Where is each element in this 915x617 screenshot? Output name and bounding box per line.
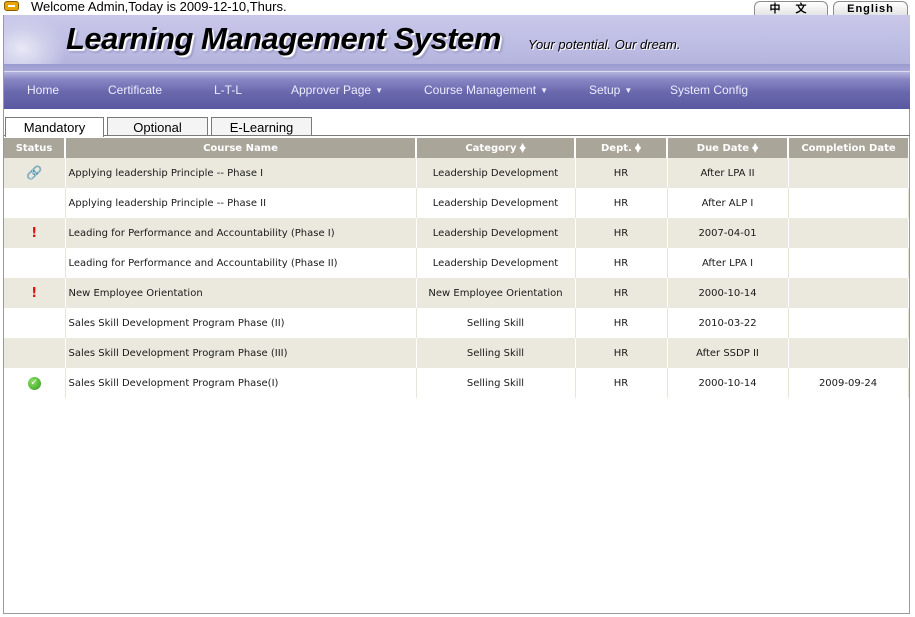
due-date-cell: After SSDP II: [667, 338, 789, 368]
completion-date-cell: [788, 308, 909, 338]
table-row[interactable]: ! New Employee Orientation New Employee …: [4, 278, 909, 308]
due-date-cell: 2007-04-01: [667, 218, 789, 248]
course-name-cell[interactable]: Sales Skill Development Program Phase (I…: [65, 338, 417, 368]
nav-certificate[interactable]: Certificate: [108, 83, 162, 97]
dept-cell: HR: [575, 308, 668, 338]
dept-cell: HR: [575, 218, 668, 248]
status-cell: ✓: [4, 368, 66, 398]
completion-date-cell: [788, 338, 909, 368]
status-cell: !: [4, 278, 66, 308]
main-nav: Home Certificate L-T-L Approver Page ▼ Co…: [4, 71, 910, 109]
chevron-down-icon: ▼: [375, 86, 383, 95]
table-header-row: Status Course Name Category ▲ ▼ Dept. ▲ ▼ Du…: [4, 138, 908, 158]
due-date-cell: After LPA I: [667, 248, 789, 278]
chevron-down-icon: ▼: [624, 86, 633, 95]
due-date-cell: 2000-10-14: [667, 278, 789, 308]
header-decoration: [4, 15, 64, 71]
course-name-cell[interactable]: Sales Skill Development Program Phase(I): [65, 368, 417, 398]
column-course-name: Course Name: [65, 138, 417, 158]
category-cell: Leadership Development: [416, 248, 576, 278]
dept-cell: HR: [575, 278, 668, 308]
column-status: Status: [4, 138, 66, 158]
status-cell: 🔗: [4, 158, 66, 188]
tagline: Your potential. Our dream.: [528, 37, 681, 52]
dept-cell: HR: [575, 158, 668, 188]
warning-icon: !: [31, 285, 38, 301]
category-cell: Selling Skill: [416, 308, 576, 338]
status-cell: !: [4, 218, 66, 248]
tab-optional[interactable]: Optional: [107, 117, 208, 136]
category-cell: Selling Skill: [416, 368, 576, 398]
table-row[interactable]: Leading for Performance and Accountabili…: [4, 248, 909, 278]
due-date-cell: 2010-03-22: [667, 308, 789, 338]
nav-setup[interactable]: Setup ▼: [589, 83, 632, 97]
header-band: [4, 64, 910, 71]
category-cell: Leadership Development: [416, 218, 576, 248]
nav-course-management[interactable]: Course Management ▼: [424, 83, 548, 97]
course-name-cell[interactable]: Leading for Performance and Accountabili…: [65, 218, 417, 248]
sort-icon[interactable]: ▲ ▼: [635, 141, 641, 153]
due-date-cell: 2000-10-14: [667, 368, 789, 398]
course-table: Status Course Name Category ▲ ▼ Dept. ▲ ▼ Du…: [4, 138, 909, 398]
completion-date-cell: 2009-09-24: [788, 368, 909, 398]
status-cell: [4, 248, 66, 278]
course-name-cell[interactable]: New Employee Orientation: [65, 278, 417, 308]
nav-home[interactable]: Home: [27, 83, 59, 97]
table-row[interactable]: Sales Skill Development Program Phase (I…: [4, 308, 909, 338]
column-due-date[interactable]: Due Date ▲ ▼: [667, 138, 789, 158]
app-title: Learning Management System: [66, 21, 501, 56]
header-banner: Learning Management System Your potentia…: [4, 15, 910, 71]
completion-date-cell: [788, 158, 909, 188]
tab-mandatory[interactable]: Mandatory: [5, 117, 104, 137]
course-name-cell[interactable]: Sales Skill Development Program Phase (I…: [65, 308, 417, 338]
dept-cell: HR: [575, 188, 668, 218]
status-cell: [4, 188, 66, 218]
column-category[interactable]: Category ▲ ▼: [416, 138, 576, 158]
due-date-cell: After LPA II: [667, 158, 789, 188]
category-cell: New Employee Orientation: [416, 278, 576, 308]
chevron-down-icon: ▼: [540, 86, 548, 95]
column-completion-date: Completion Date: [788, 138, 908, 158]
link-icon[interactable]: 🔗: [26, 166, 42, 181]
due-date-cell: After ALP I: [667, 188, 789, 218]
top-bar: Welcome Admin,Today is 2009-12-10,Thurs.…: [0, 0, 915, 15]
nav-ltl[interactable]: L-T-L: [214, 83, 242, 97]
dept-cell: HR: [575, 338, 668, 368]
status-cell: [4, 308, 66, 338]
status-cell: [4, 338, 66, 368]
check-icon: ✓: [27, 376, 41, 390]
table-row[interactable]: ✓ Sales Skill Development Program Phase(…: [4, 368, 909, 398]
column-dept[interactable]: Dept. ▲ ▼: [575, 138, 668, 158]
course-name-cell[interactable]: Applying leadership Principle -- Phase I: [65, 158, 417, 188]
completion-date-cell: [788, 188, 909, 218]
completion-date-cell: [788, 278, 909, 308]
sort-icon[interactable]: ▲ ▼: [752, 141, 758, 153]
english-language-button[interactable]: English: [833, 1, 908, 15]
dept-cell: HR: [575, 368, 668, 398]
tab-e-learning[interactable]: E-Learning: [211, 117, 312, 136]
category-cell: Selling Skill: [416, 338, 576, 368]
nav-system-config[interactable]: System Config: [670, 83, 748, 97]
course-name-cell[interactable]: Leading for Performance and Accountabili…: [65, 248, 417, 278]
nav-approver-page[interactable]: Approver Page ▼: [291, 83, 383, 97]
category-cell: Leadership Development: [416, 158, 576, 188]
chinese-language-button[interactable]: 中 文: [754, 1, 828, 15]
table-row[interactable]: Applying leadership Principle -- Phase I…: [4, 188, 909, 218]
warning-icon: !: [31, 225, 38, 241]
completion-date-cell: [788, 218, 909, 248]
completion-date-cell: [788, 248, 909, 278]
tab-divider: [4, 135, 910, 136]
user-card-icon: [4, 1, 19, 11]
category-cell: Leadership Development: [416, 188, 576, 218]
table-row[interactable]: 🔗 Applying leadership Principle -- Phase…: [4, 158, 909, 188]
table-row[interactable]: ! Leading for Performance and Accountabi…: [4, 218, 909, 248]
table-row[interactable]: Sales Skill Development Program Phase (I…: [4, 338, 909, 368]
welcome-message: Welcome Admin,Today is 2009-12-10,Thurs.: [31, 0, 287, 14]
sort-icon[interactable]: ▲ ▼: [519, 141, 525, 153]
dept-cell: HR: [575, 248, 668, 278]
course-name-cell[interactable]: Applying leadership Principle -- Phase I…: [65, 188, 417, 218]
